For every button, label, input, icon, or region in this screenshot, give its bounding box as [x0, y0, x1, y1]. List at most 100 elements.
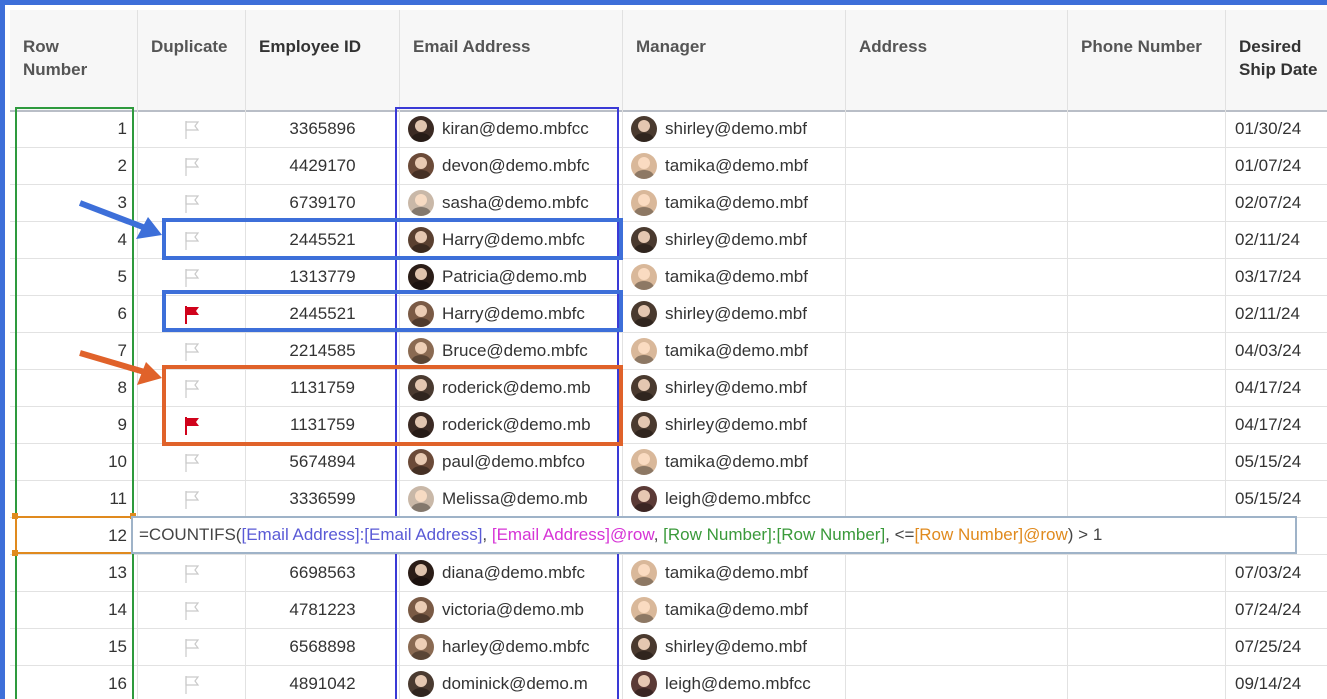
column-header-address[interactable]: Address	[846, 10, 1068, 110]
duplicate-cell[interactable]	[138, 628, 246, 665]
employee-id-cell[interactable]: 6698563	[246, 554, 400, 591]
address-cell[interactable]	[846, 221, 1068, 258]
phone-number-cell[interactable]	[1068, 443, 1226, 480]
desired-ship-date-cell[interactable]: 05/15/24	[1226, 443, 1327, 480]
employee-id-cell[interactable]: 2214585	[246, 332, 400, 369]
address-cell[interactable]	[846, 110, 1068, 147]
address-cell[interactable]	[846, 480, 1068, 517]
phone-number-cell[interactable]	[1068, 147, 1226, 184]
duplicate-cell[interactable]	[138, 665, 246, 699]
manager-cell[interactable]: tamika@demo.mbf	[623, 591, 846, 628]
desired-ship-date-cell[interactable]: 03/17/24	[1226, 258, 1327, 295]
selection-handle[interactable]	[12, 513, 18, 519]
duplicate-cell[interactable]	[138, 554, 246, 591]
manager-cell[interactable]: shirley@demo.mbf	[623, 295, 846, 332]
phone-number-cell[interactable]	[1068, 332, 1226, 369]
phone-number-cell[interactable]	[1068, 665, 1226, 699]
duplicate-cell[interactable]	[138, 443, 246, 480]
desired-ship-date-cell[interactable]: 07/25/24	[1226, 628, 1327, 665]
address-cell[interactable]	[846, 443, 1068, 480]
duplicate-cell[interactable]	[138, 591, 246, 628]
desired-ship-date-cell[interactable]: 07/24/24	[1226, 591, 1327, 628]
employee-id-cell[interactable]: 6568898	[246, 628, 400, 665]
address-cell[interactable]	[846, 665, 1068, 699]
desired-ship-date-cell[interactable]: 01/07/24	[1226, 147, 1327, 184]
manager-cell[interactable]: tamika@demo.mbf	[623, 258, 846, 295]
employee-id-cell[interactable]: 3365896	[246, 110, 400, 147]
manager-cell[interactable]: tamika@demo.mbf	[623, 184, 846, 221]
column-header-phone-number[interactable]: Phone Number	[1068, 10, 1226, 110]
address-cell[interactable]	[846, 406, 1068, 443]
manager-cell[interactable]: shirley@demo.mbf	[623, 110, 846, 147]
manager-cell[interactable]: tamika@demo.mbf	[623, 332, 846, 369]
avatar	[631, 300, 657, 327]
phone-number-cell[interactable]	[1068, 221, 1226, 258]
desired-ship-date-cell[interactable]: 02/11/24	[1226, 295, 1327, 332]
formula-editor[interactable]: =COUNTIFS([Email Address]:[Email Address…	[131, 516, 1297, 554]
manager-cell[interactable]: shirley@demo.mbf	[623, 628, 846, 665]
column-header-employee-id[interactable]: Employee ID	[246, 10, 400, 110]
manager-cell[interactable]: tamika@demo.mbf	[623, 554, 846, 591]
flag-outline-icon	[184, 490, 199, 509]
employee-id-cell[interactable]: 4429170	[246, 147, 400, 184]
manager-value: shirley@demo.mbf	[665, 637, 807, 656]
phone-number-cell[interactable]	[1068, 591, 1226, 628]
manager-cell[interactable]: shirley@demo.mbf	[623, 406, 846, 443]
column-header-manager[interactable]: Manager	[623, 10, 846, 110]
phone-number-cell[interactable]	[1068, 369, 1226, 406]
manager-cell[interactable]: tamika@demo.mbf	[623, 147, 846, 184]
column-header-desired-ship-date[interactable]: Desired Ship Date	[1226, 10, 1327, 110]
phone-number-cell[interactable]	[1068, 628, 1226, 665]
desired-ship-date-cell[interactable]: 04/03/24	[1226, 332, 1327, 369]
selection-handle[interactable]	[12, 550, 18, 556]
phone-number-cell[interactable]	[1068, 258, 1226, 295]
column-header-row-number[interactable]: Row Number	[10, 10, 138, 110]
flag-outline-icon	[184, 564, 199, 583]
column-header-email-address[interactable]: Email Address	[400, 10, 623, 110]
employee-id-cell[interactable]: 5674894	[246, 443, 400, 480]
phone-number-cell[interactable]	[1068, 184, 1226, 221]
phone-number-cell[interactable]	[1068, 480, 1226, 517]
address-cell[interactable]	[846, 258, 1068, 295]
address-cell[interactable]	[846, 332, 1068, 369]
manager-cell[interactable]: tamika@demo.mbf	[623, 443, 846, 480]
phone-number-cell[interactable]	[1068, 406, 1226, 443]
desired-ship-date-value: 02/07/24	[1235, 193, 1302, 212]
desired-ship-date-cell[interactable]: 05/15/24	[1226, 480, 1327, 517]
desired-ship-date-cell[interactable]: 04/17/24	[1226, 369, 1327, 406]
phone-number-cell[interactable]	[1068, 554, 1226, 591]
employee-id-cell[interactable]: 6739170	[246, 184, 400, 221]
desired-ship-date-value: 04/17/24	[1235, 415, 1302, 434]
employee-id-cell[interactable]: 4891042	[246, 665, 400, 699]
address-cell[interactable]	[846, 591, 1068, 628]
desired-ship-date-cell[interactable]: 07/03/24	[1226, 554, 1327, 591]
manager-value: tamika@demo.mbf	[665, 452, 808, 471]
manager-cell[interactable]: leigh@demo.mbfcc	[623, 480, 846, 517]
desired-ship-date-cell[interactable]: 09/14/24	[1226, 665, 1327, 699]
duplicate-cell[interactable]	[138, 110, 246, 147]
desired-ship-date-cell[interactable]: 02/07/24	[1226, 184, 1327, 221]
phone-number-cell[interactable]	[1068, 295, 1226, 332]
desired-ship-date-cell[interactable]: 01/30/24	[1226, 110, 1327, 147]
formula-ref-row-number-range: [Row Number]:[Row Number]	[663, 525, 886, 544]
address-cell[interactable]	[846, 554, 1068, 591]
address-cell[interactable]	[846, 295, 1068, 332]
address-cell[interactable]	[846, 369, 1068, 406]
manager-cell[interactable]: leigh@demo.mbfcc	[623, 665, 846, 699]
address-cell[interactable]	[846, 147, 1068, 184]
employee-id-cell[interactable]: 3336599	[246, 480, 400, 517]
phone-number-cell[interactable]	[1068, 110, 1226, 147]
arrow-icon	[78, 200, 162, 239]
employee-id-value: 4781223	[289, 600, 356, 619]
duplicate-cell[interactable]	[138, 480, 246, 517]
address-cell[interactable]	[846, 628, 1068, 665]
employee-id-cell[interactable]: 4781223	[246, 591, 400, 628]
address-cell[interactable]	[846, 184, 1068, 221]
desired-ship-date-cell[interactable]: 02/11/24	[1226, 221, 1327, 258]
formula-prefix: =COUNTIFS(	[139, 525, 242, 544]
duplicate-cell[interactable]	[138, 147, 246, 184]
manager-cell[interactable]: shirley@demo.mbf	[623, 221, 846, 258]
desired-ship-date-cell[interactable]: 04/17/24	[1226, 406, 1327, 443]
manager-cell[interactable]: shirley@demo.mbf	[623, 369, 846, 406]
column-header-duplicate[interactable]: Duplicate	[138, 10, 246, 110]
